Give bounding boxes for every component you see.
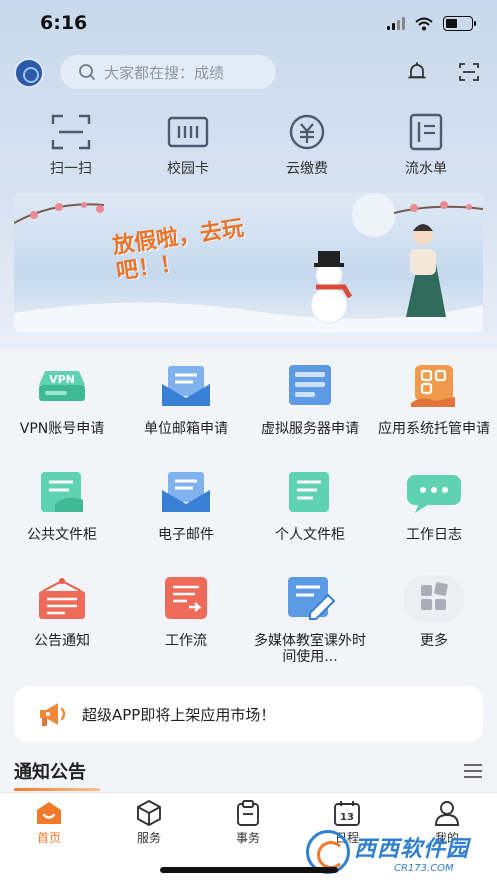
section-title: 通知公告 <box>14 762 86 783</box>
search-icon <box>79 64 95 80</box>
status-bar: 6:16 <box>0 0 497 50</box>
app-workflow[interactable]: 工作流 <box>124 574 248 649</box>
home-icon <box>37 802 61 824</box>
multimedia-icon <box>288 577 336 620</box>
calendar-icon: 13 <box>334 801 360 826</box>
signal-icon <box>387 17 405 30</box>
app-header: 大家都在搜：成绩 <box>0 52 497 92</box>
status-icons <box>387 16 476 31</box>
app-multimedia[interactable]: 多媒体教室课外时间使用... <box>248 574 372 665</box>
tab-service-label: 服务 <box>136 831 161 845</box>
personal-folder-icon <box>289 472 329 512</box>
quick-card-label: 校园卡 <box>167 161 209 177</box>
home-indicator <box>160 867 338 873</box>
calendar-date: 13 <box>340 812 354 823</box>
notice-bar[interactable]: 超级APP即将上架应用市场！ <box>14 686 483 742</box>
app-more[interactable]: 更多 <box>372 574 496 649</box>
announcement-icon <box>39 578 85 619</box>
battery-icon <box>443 16 476 31</box>
tab-service[interactable]: 服务 <box>114 799 184 846</box>
section-header: 通知公告 <box>14 758 483 791</box>
vpn-icon: VPN <box>39 371 85 401</box>
quick-scan-label: 扫一扫 <box>50 161 92 177</box>
app-multimedia-label: 多媒体教室课外时间使用... <box>254 633 366 665</box>
app-server[interactable]: 虚拟服务器申请 <box>248 362 372 437</box>
service-icon <box>137 800 161 826</box>
app-mailbox[interactable]: 单位邮箱申请 <box>124 362 248 437</box>
app-public-folder-label: 公共文件柜 <box>27 527 97 543</box>
search-bar[interactable]: 大家都在搜：成绩 <box>60 55 276 89</box>
app-announcement-label: 公告通知 <box>34 633 90 649</box>
megaphone-icon <box>40 703 66 726</box>
app-hosting-icon <box>411 365 455 407</box>
app-personal-folder[interactable]: 个人文件柜 <box>248 468 372 543</box>
more-icon <box>404 575 464 623</box>
quick-scan[interactable]: 扫一扫 <box>26 112 116 178</box>
app-more-label: 更多 <box>420 633 448 649</box>
profile-icon <box>435 801 459 826</box>
app-vpn[interactable]: VPN VPN账号申请 <box>0 362 124 437</box>
promo-banner[interactable]: 放假啦，去玩吧！！ <box>14 193 483 333</box>
app-server-label: 虚拟服务器申请 <box>261 421 359 437</box>
workflow-icon <box>165 577 207 619</box>
notice-text: 超级APP即将上架应用市场！ <box>82 705 276 724</box>
watermark-name: 西西软件园 <box>354 836 470 862</box>
server-icon <box>289 365 331 405</box>
wifi-icon <box>415 17 433 30</box>
public-folder-icon <box>41 472 83 512</box>
tab-home[interactable]: 首页 <box>14 799 84 846</box>
quick-statement[interactable]: 流水单 <box>381 112 471 178</box>
tab-home-label: 首页 <box>36 831 61 845</box>
bell-icon[interactable] <box>405 60 429 84</box>
school-logo[interactable] <box>14 58 44 88</box>
section-underline <box>14 788 100 791</box>
quick-card[interactable]: 校园卡 <box>143 112 233 178</box>
app-work-log[interactable]: 工作日志 <box>372 468 496 543</box>
scan-icon <box>51 114 91 150</box>
card-icon <box>167 116 209 148</box>
app-vpn-label: VPN账号申请 <box>19 421 105 437</box>
app-public-folder[interactable]: 公共文件柜 <box>0 468 124 543</box>
app-workflow-label: 工作流 <box>165 633 207 649</box>
mailbox-icon <box>162 366 210 406</box>
payment-icon <box>289 114 325 150</box>
email-icon <box>162 472 210 512</box>
app-announcement[interactable]: 公告通知 <box>0 574 124 649</box>
status-time: 6:16 <box>40 12 88 34</box>
app-work-log-label: 工作日志 <box>406 527 462 543</box>
app-email-label: 电子邮件 <box>158 527 214 543</box>
search-placeholder: 大家都在搜：成绩 <box>104 63 225 82</box>
watermark-url: CR173.COM <box>394 862 454 874</box>
quick-statement-label: 流水单 <box>405 161 447 177</box>
affairs-icon <box>237 800 259 826</box>
tab-affairs[interactable]: 事务 <box>213 799 283 846</box>
app-hosting-label: 应用系统托管申请 <box>378 421 490 437</box>
quick-payment-label: 云缴费 <box>286 161 328 177</box>
menu-icon[interactable] <box>463 762 483 780</box>
app-mailbox-label: 单位邮箱申请 <box>144 421 228 437</box>
app-hosting[interactable]: 应用系统托管申请 <box>372 362 496 437</box>
app-personal-folder-label: 个人文件柜 <box>275 527 345 543</box>
scan-frame-icon[interactable] <box>457 60 481 84</box>
svg-text:VPN: VPN <box>49 373 75 386</box>
quick-payment[interactable]: 云缴费 <box>262 112 352 178</box>
tab-affairs-label: 事务 <box>235 831 260 845</box>
app-email[interactable]: 电子邮件 <box>124 468 248 543</box>
statement-icon <box>409 113 443 151</box>
quick-actions: 扫一扫 校园卡 云缴费 流水单 <box>0 112 497 182</box>
work-log-icon <box>407 475 461 513</box>
